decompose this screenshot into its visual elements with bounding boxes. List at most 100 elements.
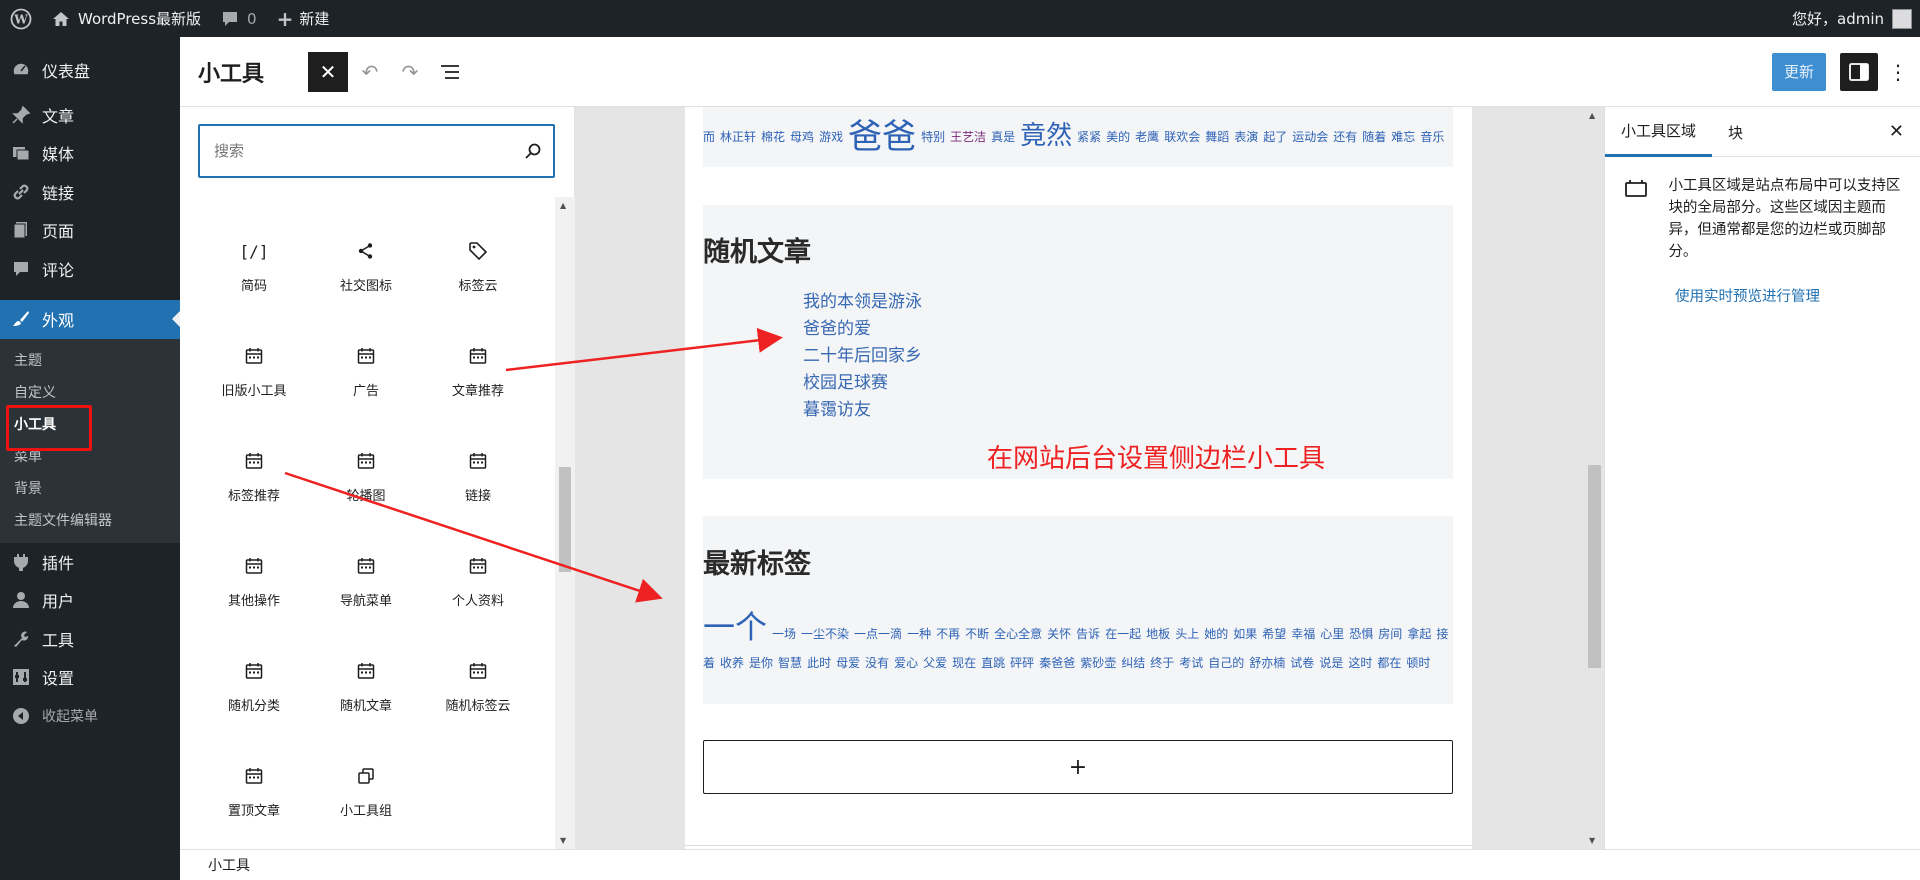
tag-link[interactable]: 一场 [772, 627, 796, 641]
tag-link[interactable]: 收养 [720, 656, 744, 670]
tag-link[interactable]: 房间 [1378, 627, 1402, 641]
tag-link[interactable]: 现在 [952, 656, 976, 670]
tag-link[interactable]: 自己的 [1208, 656, 1244, 670]
menu-posts[interactable]: 文章 [0, 96, 180, 135]
post-link[interactable]: 校园足球赛 [803, 370, 922, 397]
tag-link[interactable]: 舒亦楠 [1249, 656, 1285, 670]
tag-cloud-widget[interactable]: 而林正轩 棉花 母鸡 游戏 爸爸 特别 王艺洁 真是 竟然 紧紧 美的 老鹰 联欢会 舞蹈 表演 起了 运动会还… [703, 107, 1453, 167]
tag-link[interactable]: 砰砰 [1010, 656, 1034, 670]
list-view-button[interactable] [430, 52, 470, 92]
scroll-up-icon[interactable]: ▲ [560, 201, 566, 210]
tag-link[interactable]: 纠结 [1121, 656, 1145, 670]
tag-link[interactable]: 在一起 [1105, 627, 1141, 641]
tag-link[interactable]: 拿起 [1407, 627, 1431, 641]
tag-link[interactable]: 联欢会 [1164, 130, 1200, 144]
redo-button[interactable]: ↷ [390, 52, 430, 92]
scrollbar-thumb[interactable] [559, 467, 571, 572]
menu-pages[interactable]: 页面 [0, 211, 180, 250]
site-name-link[interactable]: WordPress最新版 [42, 0, 211, 37]
canvas-scrollbar[interactable]: ▲ ▼ [1584, 107, 1604, 849]
tag-link[interactable]: 告诉 [1076, 627, 1100, 641]
block-item[interactable]: [/] 简码 [198, 229, 310, 306]
random-posts-widget[interactable]: 随机文章 我的本领是游泳 爸爸的爱 二十年后回家乡 校园足球赛 暮霭访友 在网站后台设置… [703, 205, 1453, 479]
tag-link[interactable]: 美的 [1106, 130, 1130, 144]
tag-link[interactable]: 母鸡 [790, 130, 814, 144]
tag-link[interactable]: 是你 [749, 656, 773, 670]
tag-link[interactable]: 没有 [865, 656, 889, 670]
menu-users[interactable]: 用户 [0, 581, 180, 620]
block-item[interactable]: 随机分类 [198, 649, 310, 726]
tag-link[interactable]: 王艺洁 [950, 130, 986, 144]
update-button[interactable]: 更新 [1772, 52, 1826, 91]
comments-link[interactable]: 0 [211, 0, 267, 37]
tag-link[interactable]: 说是 [1319, 656, 1343, 670]
account-menu[interactable]: 您好，admin [1782, 0, 1920, 37]
inserter-scrollbar[interactable]: ▲ ▼ [555, 197, 575, 849]
undo-button[interactable]: ↶ [350, 52, 390, 92]
tag-link[interactable]: 运动会 [1292, 130, 1328, 144]
tag-link[interactable]: 表演 [1234, 130, 1258, 144]
tag-link[interactable]: 舞蹈 [1205, 130, 1229, 144]
tag-link[interactable]: 全心全意 [994, 627, 1042, 641]
block-item[interactable]: 标签推荐 [198, 439, 310, 516]
tag-link[interactable]: 头上 [1175, 627, 1199, 641]
tag-link[interactable]: 真是 [991, 130, 1015, 144]
scrollbar-thumb[interactable] [1588, 465, 1601, 668]
block-item[interactable]: 广告 [310, 334, 422, 411]
tag-link[interactable]: 游戏 [819, 130, 843, 144]
scroll-up-icon[interactable]: ▲ [1589, 111, 1595, 120]
block-item[interactable]: 随机文章 [310, 649, 422, 726]
tag-link[interactable]: 考试 [1179, 656, 1203, 670]
breadcrumb[interactable]: 小工具 [208, 855, 250, 875]
block-item[interactable]: 标签云 [422, 229, 534, 306]
tag-link[interactable]: 不再 [936, 627, 960, 641]
tag-link[interactable]: 难忘 [1391, 130, 1415, 144]
block-item[interactable]: 个人资料 [422, 544, 534, 621]
close-settings-button[interactable]: ✕ [1889, 121, 1904, 142]
settings-toggle-button[interactable] [1840, 52, 1878, 91]
block-item[interactable]: 链接 [422, 439, 534, 516]
tag-link[interactable]: 一尘不染 [801, 627, 849, 641]
post-link[interactable]: 我的本领是游泳 [803, 289, 922, 316]
tag-link[interactable]: 一点一滴 [854, 627, 902, 641]
wordpress-logo[interactable]: W [0, 0, 42, 37]
tag-link[interactable]: 竟然 [1020, 121, 1072, 152]
tag-link[interactable]: 父爱 [923, 656, 947, 670]
add-block-button[interactable]: + [703, 740, 1453, 794]
menu-appearance[interactable]: 外观 [0, 300, 180, 339]
block-item[interactable]: 轮播图 [310, 439, 422, 516]
tag-link[interactable]: 关怀 [1047, 627, 1071, 641]
block-item[interactable]: 文章推荐 [422, 334, 534, 411]
tag-link[interactable]: 特别 [921, 130, 945, 144]
menu-media[interactable]: 媒体 [0, 134, 180, 173]
tab-widget-areas[interactable]: 小工具区域 [1605, 107, 1713, 157]
tag-link[interactable]: 起了 [1263, 130, 1287, 144]
tag-link[interactable]: 终于 [1150, 656, 1174, 670]
tag-link[interactable]: 直跳 [981, 656, 1005, 670]
block-item[interactable]: 置顶文章 [198, 754, 310, 831]
tag-link[interactable]: 爱心 [894, 656, 918, 670]
scroll-down-icon[interactable]: ▼ [560, 836, 566, 845]
menu-collapse[interactable]: 收起菜单 [0, 697, 180, 736]
tag-link[interactable]: 地板 [1146, 627, 1170, 641]
submenu-background[interactable]: 背景 [0, 473, 180, 505]
tag-link[interactable]: 心里 [1320, 627, 1344, 641]
tag-link[interactable]: 秦爸爸 [1039, 656, 1075, 670]
tag-link[interactable]: 一种 [907, 627, 931, 641]
new-content-link[interactable]: + 新建 [267, 0, 340, 37]
close-inserter-button[interactable]: ✕ [308, 51, 348, 92]
submenu-customize[interactable]: 自定义 [0, 377, 180, 409]
tag-link[interactable]: 音乐 [1420, 130, 1444, 144]
submenu-themes[interactable]: 主题 [0, 345, 180, 377]
menu-plugins[interactable]: 插件 [0, 543, 180, 582]
post-link[interactable]: 暮霭访友 [803, 397, 922, 424]
tag-link[interactable]: 林正轩 [720, 130, 756, 144]
post-link[interactable]: 二十年后回家乡 [803, 343, 922, 370]
submenu-theme-file-editor[interactable]: 主题文件编辑器 [0, 505, 180, 537]
tag-link[interactable]: 接 [1436, 627, 1448, 641]
tag-link[interactable]: 着 [703, 656, 715, 670]
scroll-down-icon[interactable]: ▼ [1589, 836, 1595, 845]
block-item[interactable]: 随机标签云 [422, 649, 534, 726]
tag-link[interactable]: 一个 [703, 608, 767, 646]
latest-tags-widget[interactable]: 最新标签 一个 一场 一尘不染 一点一滴 一种 不再 不断 全心全意 关怀 告诉 在一起 地板 头上 她的… [703, 516, 1453, 704]
